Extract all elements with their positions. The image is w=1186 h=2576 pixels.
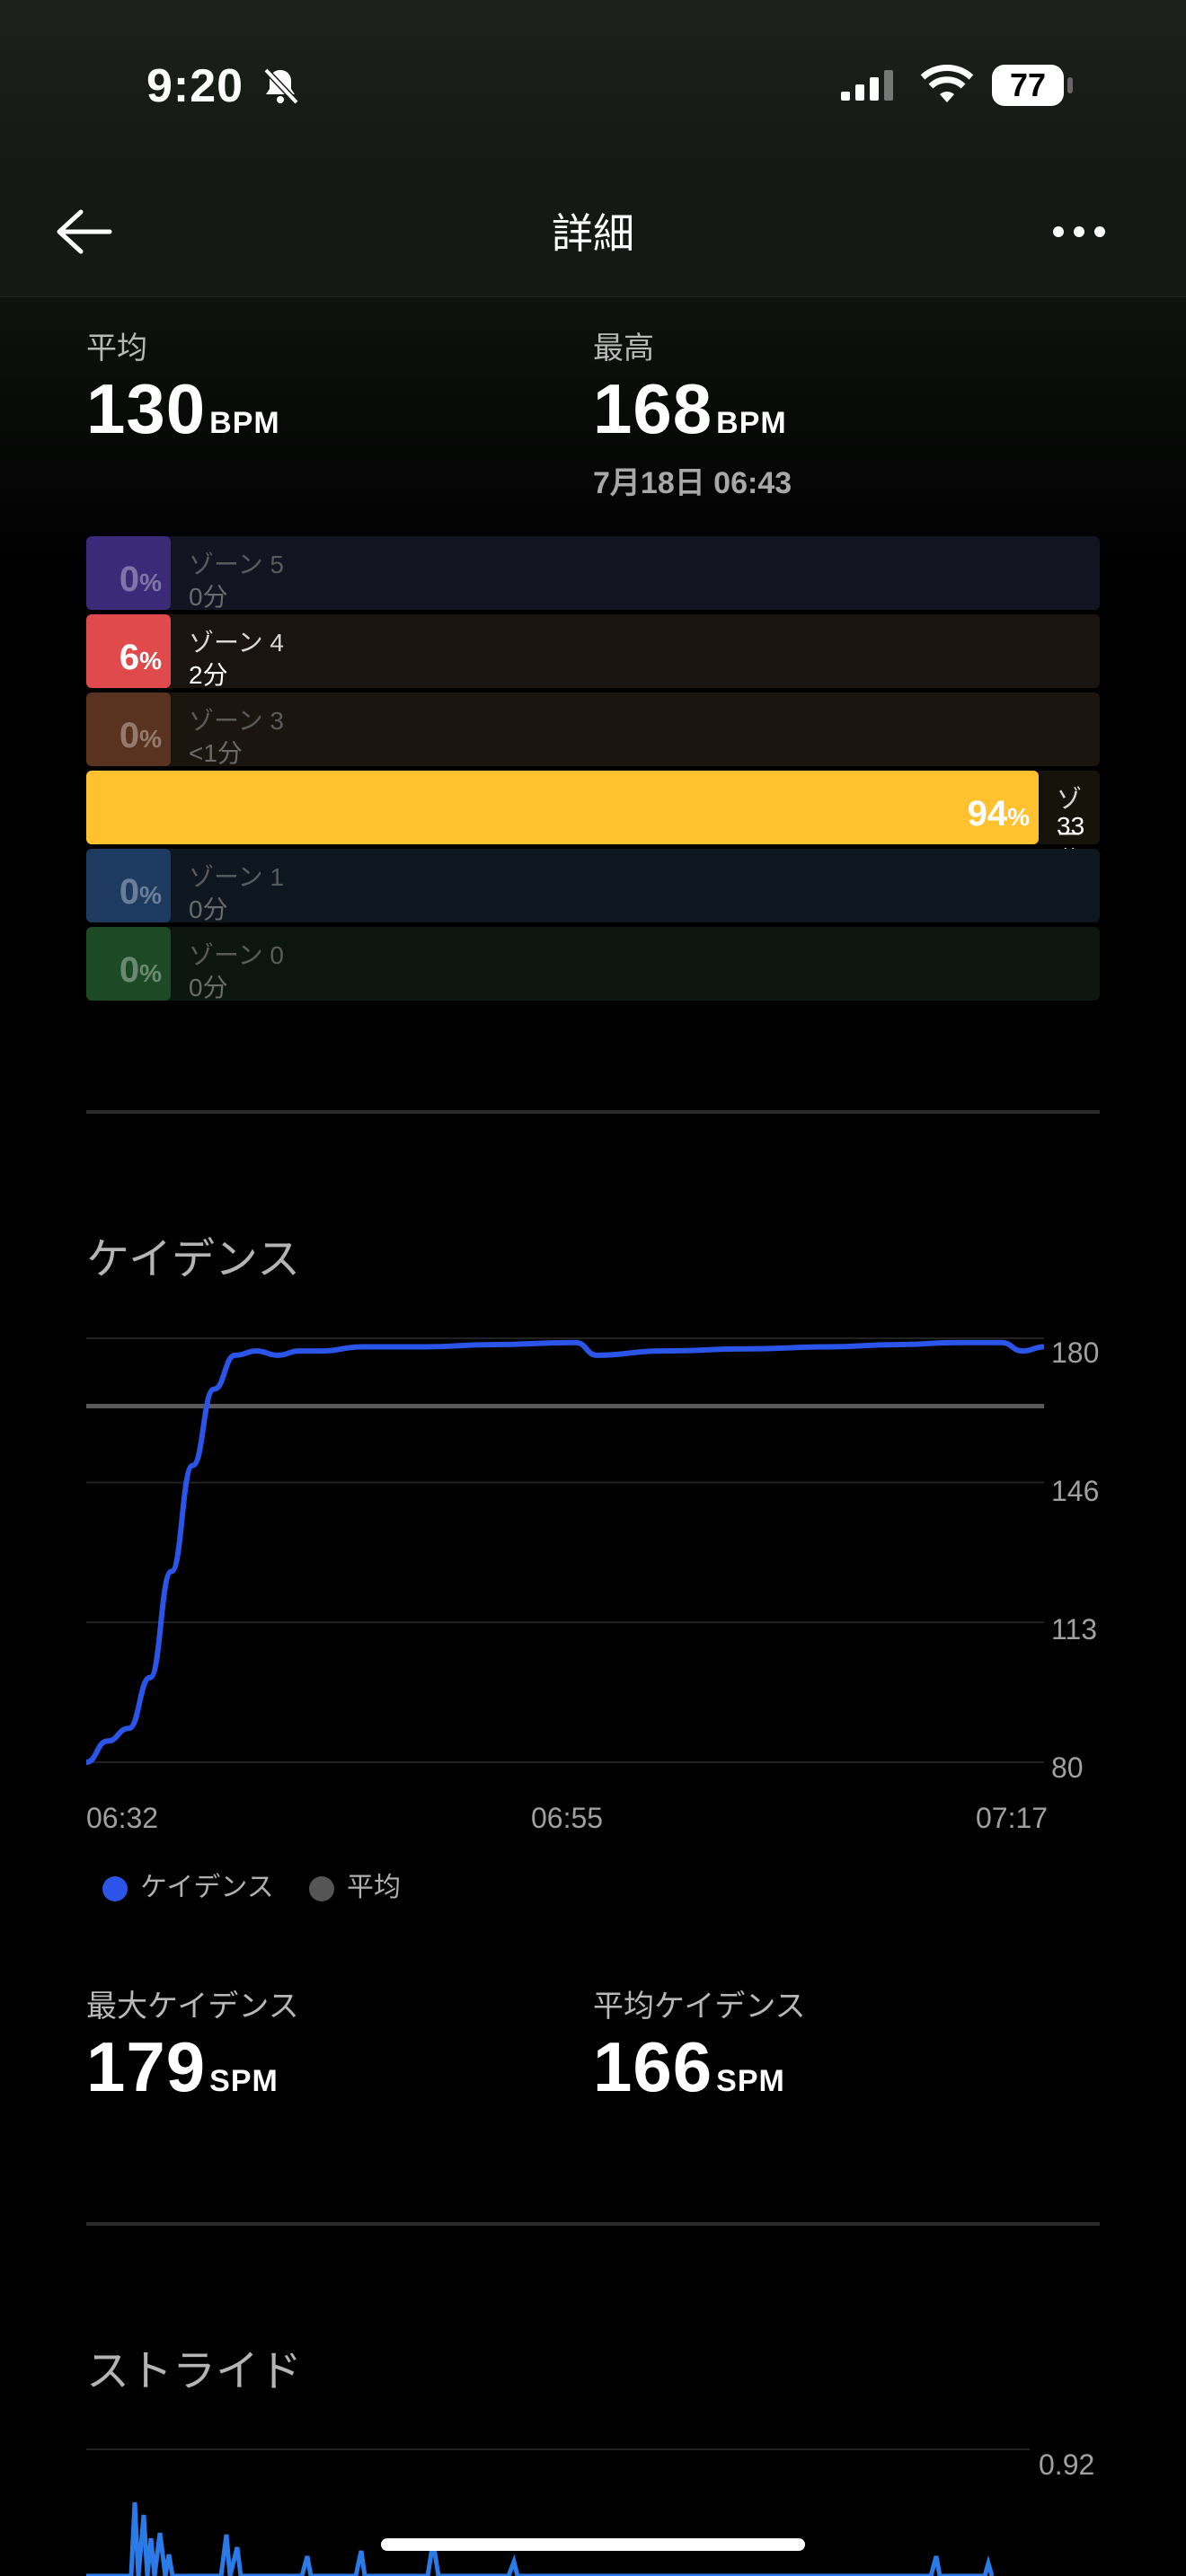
zone-percent-unit: % [139, 959, 162, 987]
zone-time: 0分 [189, 974, 228, 1001]
y-tick-label: 80 [1051, 1751, 1084, 1784]
x-tick-label: 07:17 [976, 1802, 1049, 1834]
cellular-signal-icon [841, 70, 893, 101]
battery-level: 77 [992, 65, 1064, 106]
zone-row-2: 94% ゾーン 2 33分 [86, 771, 1100, 915]
cadence-section-title: ケイデンス [86, 1236, 301, 1284]
stride-chart-gridline [86, 2448, 1030, 2450]
max-cadence-label: 最大ケイデンス [86, 1989, 299, 2024]
zone-percent-number: 6 [119, 638, 140, 677]
legend-swatch [102, 1876, 128, 1902]
zone-time: 0分 [189, 895, 228, 923]
zone-name: ゾーン 4 [189, 629, 284, 657]
zone-percent: 0% [86, 716, 162, 756]
home-indicator [381, 2538, 805, 2551]
avg-cadence-number: 166 [593, 2027, 713, 2106]
zone-name: ゾーン 3 [189, 707, 284, 735]
avg-cadence-value: 166 SPM [593, 2026, 785, 2108]
zone-name: ゾーン 0 [189, 941, 284, 969]
legend-average: 平均 [309, 1865, 401, 1904]
wifi-icon [920, 65, 974, 102]
x-tick-label: 06:32 [86, 1802, 159, 1834]
avg-hr-label: 平均 [86, 331, 147, 366]
cadence-chart [85, 1337, 1045, 1765]
page-title: 詳細 [552, 210, 634, 257]
stride-y-tick-label: 0.92 [1039, 2448, 1095, 2481]
zone-name: ゾーン 5 [189, 551, 284, 578]
max-hr-number: 168 [593, 369, 713, 448]
legend-label: 平均 [347, 1873, 401, 1902]
avg-hr-number: 130 [86, 369, 207, 448]
avg-cadence-label: 平均ケイデンス [593, 1989, 806, 2024]
max-cadence-value: 179 SPM [86, 2026, 279, 2108]
max-cadence-number: 179 [86, 2027, 207, 2106]
y-tick-label: 113 [1051, 1613, 1098, 1645]
zone-percent: 0% [86, 950, 162, 991]
zone-percent-number: 94 [967, 794, 1008, 834]
zone-percent: 6% [86, 638, 162, 678]
bell-muted-icon [263, 67, 299, 105]
zone-percent-number: 0 [119, 560, 140, 599]
more-options-icon[interactable] [1051, 223, 1107, 241]
zone-percent-unit: % [1007, 803, 1030, 831]
x-tick-label: 06:55 [531, 1802, 604, 1834]
stride-chart-preview [86, 2501, 995, 2576]
zone-percent-number: 0 [119, 950, 140, 990]
zone-row-0: 0% ゾーン 0 0分 [86, 927, 1100, 1001]
zone-row-3: 0% ゾーン 3 <1分 [86, 693, 1100, 767]
section-divider [86, 2222, 1100, 2226]
legend-swatch [309, 1876, 334, 1902]
zone-row-5: 0% ゾーン 5 0分 [86, 536, 1100, 611]
zone-percent-unit: % [139, 725, 162, 753]
max-hr-unit: BPM [716, 406, 787, 440]
zone-percent-unit: % [139, 569, 162, 596]
zone-percent-number: 0 [119, 716, 140, 755]
max-hr-value: 168 BPM [593, 368, 787, 450]
max-cadence-unit: SPM [209, 2064, 279, 2098]
zone-percent: 94% [86, 794, 1030, 834]
stride-section-title: ストライド [86, 2348, 303, 2395]
zone-row-1: 0% ゾーン 1 0分 [86, 849, 1100, 923]
avg-hr-value: 130 BPM [86, 368, 280, 450]
y-tick-label: 180 [1051, 1337, 1100, 1369]
avg-hr-unit: BPM [209, 406, 280, 440]
status-time: 9:20 [146, 60, 244, 112]
avg-cadence-unit: SPM [716, 2064, 785, 2098]
zone-percent-unit: % [139, 881, 162, 909]
section-divider [86, 1110, 1100, 1114]
zone-percent-number: 0 [119, 872, 140, 912]
max-hr-time: 7月18日 06:43 [593, 466, 792, 500]
battery-tip [1067, 77, 1073, 93]
legend-cadence: ケイデンス [102, 1865, 274, 1904]
zone-name: ゾーン 1 [189, 863, 284, 891]
legend-label: ケイデンス [140, 1873, 274, 1902]
y-tick-label: 146 [1051, 1475, 1100, 1507]
status-bar: 9:20 77 [0, 0, 1186, 171]
zone-percent-unit: % [139, 647, 162, 675]
zone-time: 2分 [189, 661, 228, 689]
max-hr-label: 最高 [593, 331, 654, 366]
zone-row-4: 6% ゾーン 4 2分 [86, 614, 1100, 689]
zone-time: <1分 [189, 739, 243, 767]
zone-percent: 0% [86, 560, 162, 600]
zone-percent: 0% [86, 872, 162, 913]
zone-time: 0分 [189, 583, 228, 611]
